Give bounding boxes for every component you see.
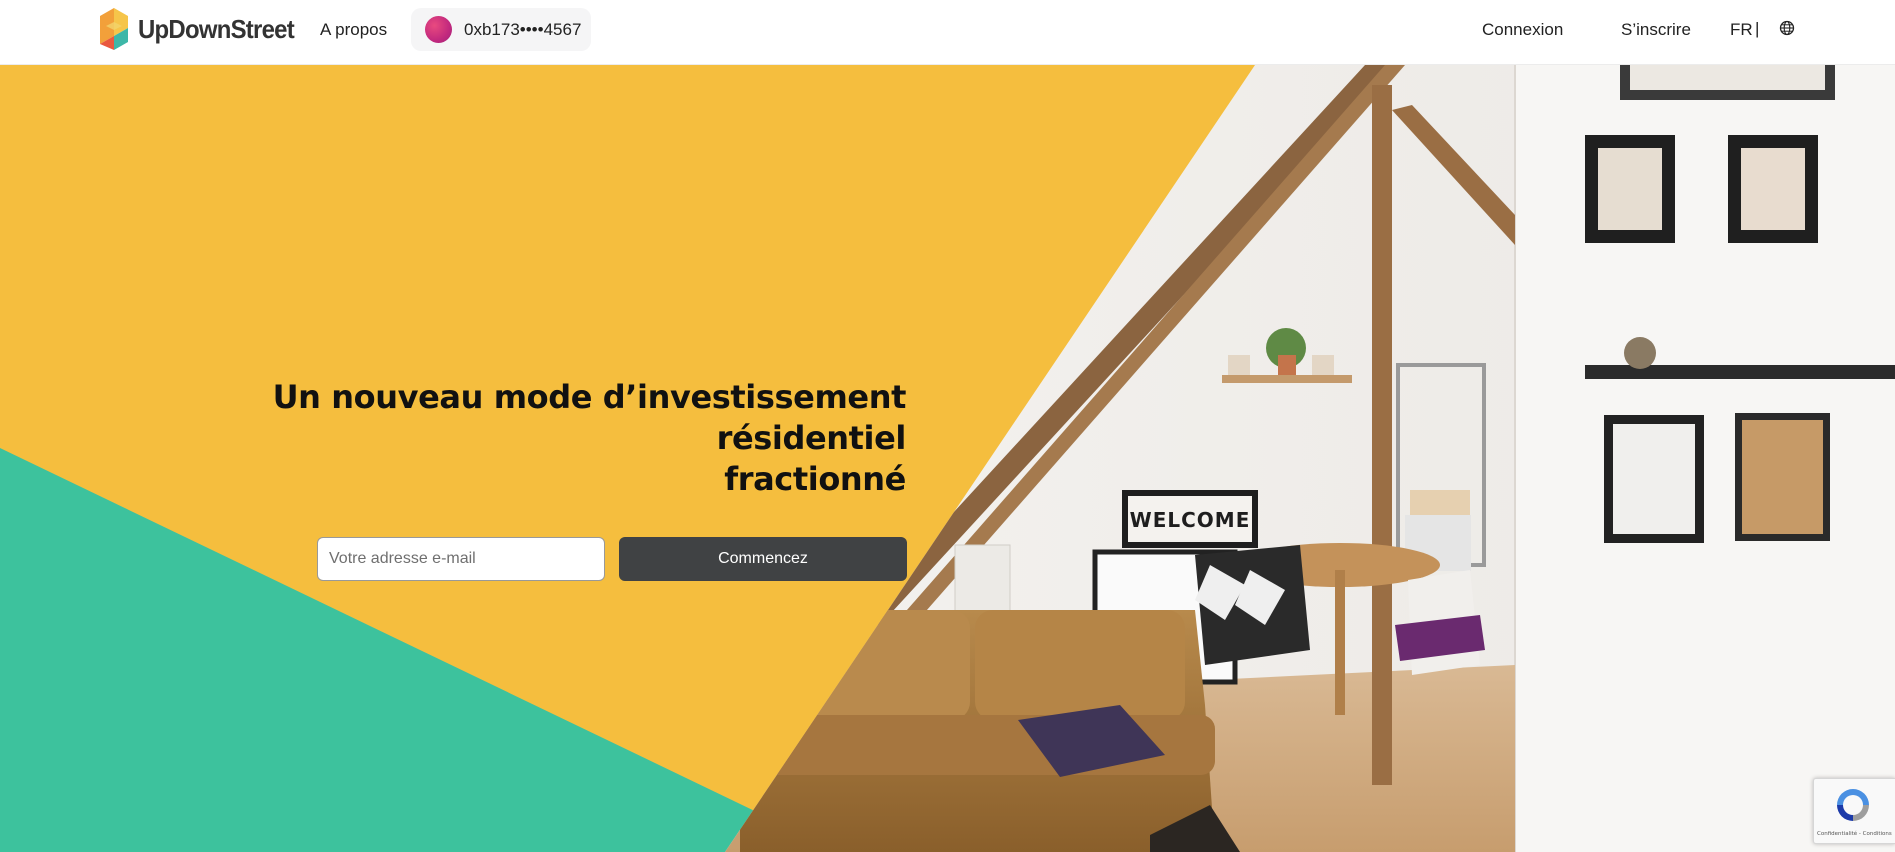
- recaptcha-icon: [1837, 789, 1869, 821]
- welcome-sign-text: WELCOME: [1130, 508, 1251, 532]
- brand-logo[interactable]: UpDownStreet: [96, 6, 308, 52]
- wallet-address: 0xb173••••4567: [464, 19, 582, 39]
- wallet-avatar-icon: [425, 16, 452, 43]
- language-selector[interactable]: FR: [1730, 20, 1753, 40]
- signup-link[interactable]: S’inscrire: [1621, 20, 1691, 40]
- green-shape: [0, 448, 840, 852]
- hero-section: WELCOME Un nouveau mode d’investissement…: [0, 65, 1895, 852]
- site-header: UpDownStreet A propos 0xb173••••4567 Con…: [0, 0, 1895, 65]
- language-separator: |: [1755, 19, 1760, 38]
- hero-title: Un nouveau mode d’investissement résiden…: [106, 377, 907, 500]
- recaptcha-badge[interactable]: Confidentialité - Conditions: [1813, 778, 1895, 844]
- hero-title-line2: fractionné: [724, 460, 906, 498]
- wallet-button[interactable]: 0xb173••••4567: [411, 8, 591, 51]
- login-link[interactable]: Connexion: [1482, 20, 1563, 40]
- recaptcha-links[interactable]: Confidentialité - Conditions: [1817, 831, 1892, 837]
- nav-about-link[interactable]: A propos: [320, 20, 387, 40]
- hero-title-line1: Un nouveau mode d’investissement résiden…: [272, 378, 907, 457]
- brand-name: UpDownStreet: [138, 13, 295, 44]
- email-input[interactable]: [317, 537, 605, 581]
- logo-icon: [100, 8, 128, 50]
- start-button[interactable]: Commencez: [619, 537, 907, 581]
- globe-icon[interactable]: [1779, 20, 1795, 36]
